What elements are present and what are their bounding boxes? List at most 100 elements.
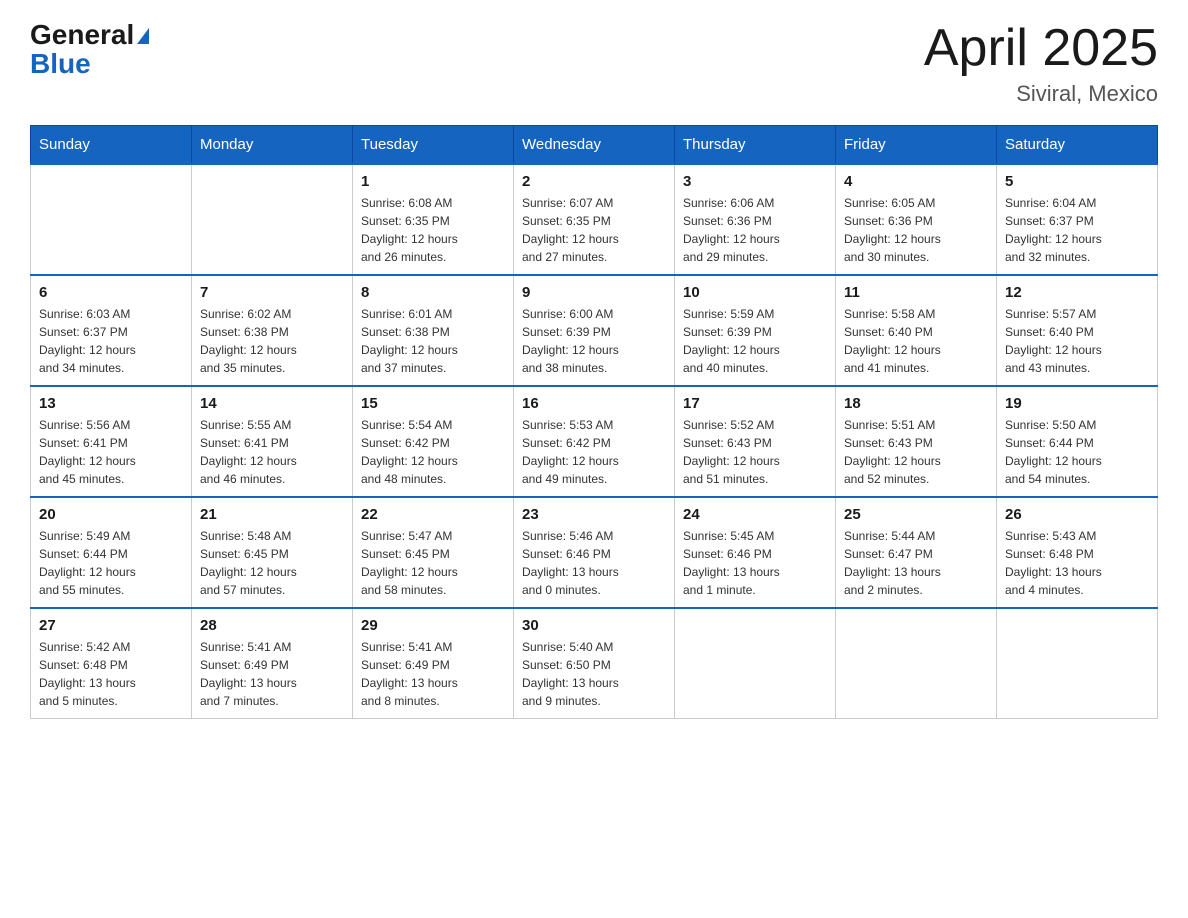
calendar-cell: 15 Sunrise: 5:54 AM Sunset: 6:42 PM Dayli… <box>353 386 514 497</box>
calendar-week-row: 20Sunrise: 5:49 AM Sunset: 6:44 PM Dayli… <box>31 497 1158 608</box>
calendar-week-row: 27 Sunrise: 5:42 AM Sunset: 6:48 PM Dayli… <box>31 608 1158 719</box>
weekday-header: Sunday <box>31 126 192 165</box>
day-number: 7 <box>200 284 344 301</box>
month-year-title: April 2025 <box>924 20 1158 77</box>
weekday-header: Saturday <box>997 126 1158 165</box>
calendar-cell: 1 Sunrise: 6:08 AM Sunset: 6:35 PM Daylig… <box>353 164 514 275</box>
calendar-cell: 25 Sunrise: 5:44 AM Sunset: 6:47 PM Dayli… <box>836 497 997 608</box>
day-info: Sunrise: 5:44 AM Sunset: 6:47 PM Dayligh… <box>844 527 988 599</box>
day-number: 8 <box>361 284 505 301</box>
calendar-cell: 17Sunrise: 5:52 AM Sunset: 6:43 PM Dayli… <box>675 386 836 497</box>
day-info: Sunrise: 5:54 AM Sunset: 6:42 PM Dayligh… <box>361 416 505 488</box>
calendar-cell: 22 Sunrise: 5:47 AM Sunset: 6:45 PM Dayli… <box>353 497 514 608</box>
day-number: 14 <box>200 395 344 412</box>
calendar-cell: 3 Sunrise: 6:06 AM Sunset: 6:36 PM Daylig… <box>675 164 836 275</box>
day-number: 11 <box>844 284 988 301</box>
day-number: 25 <box>844 506 988 523</box>
calendar-header-row: SundayMondayTuesdayWednesdayThursdayFrid… <box>31 126 1158 165</box>
day-info: Sunrise: 6:05 AM Sunset: 6:36 PM Dayligh… <box>844 194 988 266</box>
day-info: Sunrise: 5:59 AM Sunset: 6:39 PM Dayligh… <box>683 305 827 377</box>
calendar-cell: 23 Sunrise: 5:46 AM Sunset: 6:46 PM Dayli… <box>514 497 675 608</box>
day-number: 13 <box>39 395 183 412</box>
day-number: 27 <box>39 617 183 634</box>
day-info: Sunrise: 5:41 AM Sunset: 6:49 PM Dayligh… <box>361 638 505 710</box>
day-info: Sunrise: 5:56 AM Sunset: 6:41 PM Dayligh… <box>39 416 183 488</box>
day-info: Sunrise: 6:04 AM Sunset: 6:37 PM Dayligh… <box>1005 194 1149 266</box>
calendar-cell: 11 Sunrise: 5:58 AM Sunset: 6:40 PM Dayli… <box>836 275 997 386</box>
calendar-cell: 21Sunrise: 5:48 AM Sunset: 6:45 PM Dayli… <box>192 497 353 608</box>
day-info: Sunrise: 5:53 AM Sunset: 6:42 PM Dayligh… <box>522 416 666 488</box>
day-info: Sunrise: 5:57 AM Sunset: 6:40 PM Dayligh… <box>1005 305 1149 377</box>
day-number: 1 <box>361 173 505 190</box>
calendar-cell: 18 Sunrise: 5:51 AM Sunset: 6:43 PM Dayli… <box>836 386 997 497</box>
day-info: Sunrise: 6:08 AM Sunset: 6:35 PM Dayligh… <box>361 194 505 266</box>
calendar-cell: 16 Sunrise: 5:53 AM Sunset: 6:42 PM Dayli… <box>514 386 675 497</box>
weekday-header: Wednesday <box>514 126 675 165</box>
calendar-cell: 12 Sunrise: 5:57 AM Sunset: 6:40 PM Dayli… <box>997 275 1158 386</box>
day-number: 26 <box>1005 506 1149 523</box>
calendar-cell: 24Sunrise: 5:45 AM Sunset: 6:46 PM Dayli… <box>675 497 836 608</box>
calendar-cell: 28 Sunrise: 5:41 AM Sunset: 6:49 PM Dayli… <box>192 608 353 719</box>
day-number: 18 <box>844 395 988 412</box>
day-number: 4 <box>844 173 988 190</box>
day-number: 28 <box>200 617 344 634</box>
day-info: Sunrise: 6:07 AM Sunset: 6:35 PM Dayligh… <box>522 194 666 266</box>
calendar-cell: 6 Sunrise: 6:03 AM Sunset: 6:37 PM Daylig… <box>31 275 192 386</box>
calendar-week-row: 13 Sunrise: 5:56 AM Sunset: 6:41 PM Dayli… <box>31 386 1158 497</box>
calendar-cell <box>192 164 353 275</box>
day-info: Sunrise: 5:41 AM Sunset: 6:49 PM Dayligh… <box>200 638 344 710</box>
calendar-week-row: 1 Sunrise: 6:08 AM Sunset: 6:35 PM Daylig… <box>31 164 1158 275</box>
day-info: Sunrise: 6:02 AM Sunset: 6:38 PM Dayligh… <box>200 305 344 377</box>
day-info: Sunrise: 5:40 AM Sunset: 6:50 PM Dayligh… <box>522 638 666 710</box>
calendar-cell: 7 Sunrise: 6:02 AM Sunset: 6:38 PM Daylig… <box>192 275 353 386</box>
day-number: 10 <box>683 284 827 301</box>
day-number: 23 <box>522 506 666 523</box>
page-header: General Blue April 2025 Siviral, Mexico <box>30 20 1158 107</box>
calendar-cell: 13 Sunrise: 5:56 AM Sunset: 6:41 PM Dayli… <box>31 386 192 497</box>
calendar-cell: 19Sunrise: 5:50 AM Sunset: 6:44 PM Dayli… <box>997 386 1158 497</box>
logo-general-text: General <box>30 20 134 51</box>
day-number: 29 <box>361 617 505 634</box>
day-info: Sunrise: 5:49 AM Sunset: 6:44 PM Dayligh… <box>39 527 183 599</box>
calendar-cell: 20Sunrise: 5:49 AM Sunset: 6:44 PM Dayli… <box>31 497 192 608</box>
day-info: Sunrise: 5:46 AM Sunset: 6:46 PM Dayligh… <box>522 527 666 599</box>
weekday-header: Tuesday <box>353 126 514 165</box>
logo: General Blue <box>30 20 149 80</box>
day-number: 30 <box>522 617 666 634</box>
calendar-week-row: 6 Sunrise: 6:03 AM Sunset: 6:37 PM Daylig… <box>31 275 1158 386</box>
calendar-cell: 10 Sunrise: 5:59 AM Sunset: 6:39 PM Dayli… <box>675 275 836 386</box>
calendar-cell: 29 Sunrise: 5:41 AM Sunset: 6:49 PM Dayli… <box>353 608 514 719</box>
day-info: Sunrise: 5:47 AM Sunset: 6:45 PM Dayligh… <box>361 527 505 599</box>
weekday-header: Friday <box>836 126 997 165</box>
day-info: Sunrise: 5:43 AM Sunset: 6:48 PM Dayligh… <box>1005 527 1149 599</box>
day-number: 17 <box>683 395 827 412</box>
day-number: 15 <box>361 395 505 412</box>
day-info: Sunrise: 5:55 AM Sunset: 6:41 PM Dayligh… <box>200 416 344 488</box>
calendar-cell: 30 Sunrise: 5:40 AM Sunset: 6:50 PM Dayli… <box>514 608 675 719</box>
day-number: 2 <box>522 173 666 190</box>
weekday-header: Monday <box>192 126 353 165</box>
calendar-cell: 27 Sunrise: 5:42 AM Sunset: 6:48 PM Dayli… <box>31 608 192 719</box>
title-block: April 2025 Siviral, Mexico <box>924 20 1158 107</box>
day-number: 5 <box>1005 173 1149 190</box>
day-info: Sunrise: 6:06 AM Sunset: 6:36 PM Dayligh… <box>683 194 827 266</box>
logo-blue-text: Blue <box>30 49 149 80</box>
day-number: 22 <box>361 506 505 523</box>
calendar-cell: 14 Sunrise: 5:55 AM Sunset: 6:41 PM Dayli… <box>192 386 353 497</box>
day-info: Sunrise: 5:58 AM Sunset: 6:40 PM Dayligh… <box>844 305 988 377</box>
day-info: Sunrise: 5:50 AM Sunset: 6:44 PM Dayligh… <box>1005 416 1149 488</box>
day-number: 6 <box>39 284 183 301</box>
calendar-cell: 2 Sunrise: 6:07 AM Sunset: 6:35 PM Daylig… <box>514 164 675 275</box>
calendar-cell: 4 Sunrise: 6:05 AM Sunset: 6:36 PM Daylig… <box>836 164 997 275</box>
day-number: 3 <box>683 173 827 190</box>
calendar-cell: 5 Sunrise: 6:04 AM Sunset: 6:37 PM Daylig… <box>997 164 1158 275</box>
day-info: Sunrise: 6:03 AM Sunset: 6:37 PM Dayligh… <box>39 305 183 377</box>
weekday-header: Thursday <box>675 126 836 165</box>
day-info: Sunrise: 5:42 AM Sunset: 6:48 PM Dayligh… <box>39 638 183 710</box>
day-info: Sunrise: 5:51 AM Sunset: 6:43 PM Dayligh… <box>844 416 988 488</box>
day-info: Sunrise: 6:01 AM Sunset: 6:38 PM Dayligh… <box>361 305 505 377</box>
day-number: 12 <box>1005 284 1149 301</box>
day-number: 16 <box>522 395 666 412</box>
calendar-cell <box>675 608 836 719</box>
day-number: 24 <box>683 506 827 523</box>
